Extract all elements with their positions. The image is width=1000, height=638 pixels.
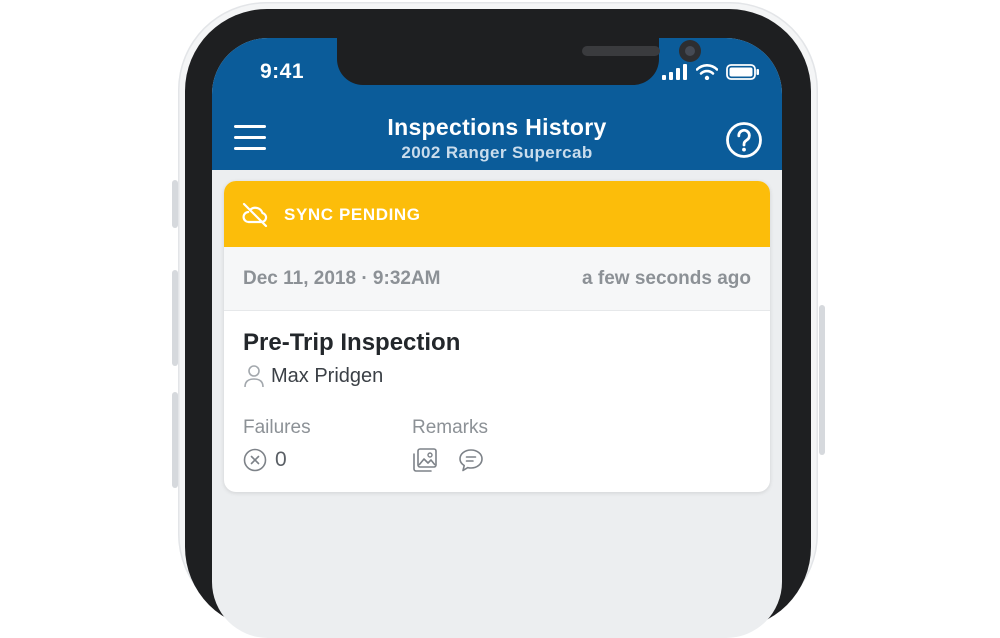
phone-volume-up-button [172,270,178,366]
photo-icon[interactable] [412,447,438,473]
inspector: Max Pridgen [243,361,383,391]
battery-icon [726,64,759,80]
inspector-name: Max Pridgen [271,364,384,387]
inspection-type: Pre-Trip Inspection [243,329,461,356]
signal-icon [662,64,687,80]
sync-pending-banner: SYNC PENDING [224,181,770,247]
person-icon [244,365,264,388]
app-header: 9:41 Inspections History 2002 Ranger Sup… [212,38,782,170]
sync-status-label: SYNC PENDING [284,205,421,224]
status-time: 9:41 [260,60,305,83]
close-circle-icon [243,448,267,472]
phone-speaker [582,46,660,56]
page-title: Inspections History [387,114,607,140]
wifi-icon [696,64,718,80]
status-icons [662,62,760,82]
remarks-label: Remarks [412,417,489,438]
phone-notch [337,38,701,85]
comment-icon[interactable] [458,447,484,473]
inspection-card[interactable]: SYNC PENDING Dec 11, 2018 · 9:32AM a few… [224,181,770,492]
phone-volume-down-button [172,392,178,488]
relative-time: a few seconds ago [582,268,751,289]
inspection-meta-row: Dec 11, 2018 · 9:32AM a few seconds ago [224,247,770,311]
phone-power-button [819,305,825,455]
failures-count: 0 [275,448,287,471]
failures-value: 0 [243,447,287,473]
remarks-icons [412,447,484,473]
inspection-date: Dec 11, 2018 · 9:32AM [243,268,441,289]
vehicle-subtitle: 2002 Ranger Supercab [401,143,593,162]
phone-side-button [172,180,178,228]
phone-screen: 9:41 Inspections History 2002 Ranger Sup… [212,38,782,638]
cloud-off-icon [242,202,268,228]
phone-camera [679,40,701,62]
help-circle-icon[interactable] [725,121,763,159]
failures-label: Failures [243,417,311,438]
